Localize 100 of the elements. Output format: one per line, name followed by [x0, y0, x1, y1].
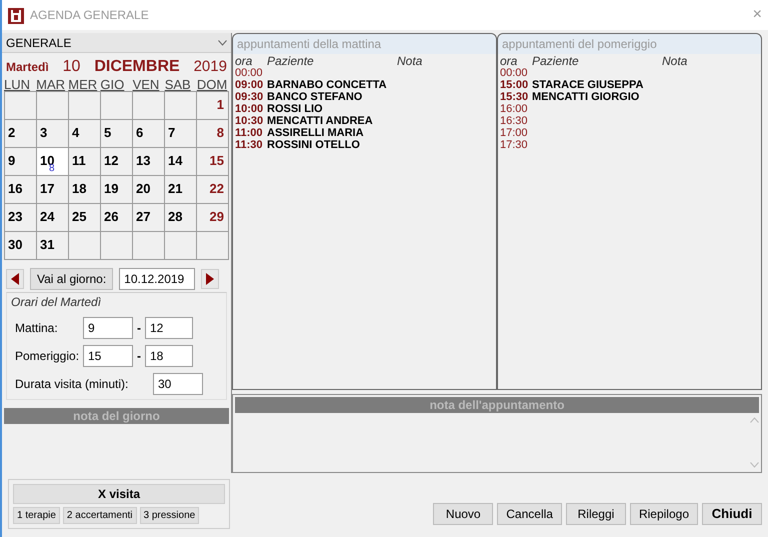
patient-name[interactable]: MENCATTI GIORGIO — [532, 91, 759, 103]
action-button[interactable]: Nuovo — [433, 503, 494, 525]
weekday-header: SAB — [164, 79, 192, 91]
time-slot[interactable]: 00:00 — [500, 67, 532, 79]
month-label: DICEMBRE — [94, 57, 180, 77]
patient-name[interactable]: BANCO STEFANO — [267, 91, 494, 103]
day-cell[interactable]: 24 — [37, 204, 69, 232]
day-cell[interactable]: 17 — [37, 176, 69, 204]
previous-button[interactable] — [6, 269, 24, 289]
day-cell[interactable]: 20 — [133, 176, 165, 204]
patient-name[interactable]: MENCATTI ANDREA — [267, 115, 494, 127]
action-button[interactable]: Chiudi — [702, 503, 762, 525]
time-field[interactable]: 18 — [145, 345, 193, 367]
day-cell[interactable]: 12 — [101, 148, 133, 176]
duration-field[interactable]: 30 — [153, 373, 203, 395]
weekday-header: MAR — [36, 79, 66, 91]
visit-button[interactable]: 2 accertamenti — [62, 507, 137, 524]
triangle-left-icon — [11, 273, 19, 285]
time-field[interactable]: 9 — [83, 317, 133, 339]
time-slot[interactable]: 15:00 — [500, 79, 532, 91]
day-cell[interactable]: 23 — [5, 204, 37, 232]
day-cell[interactable]: 18 — [69, 176, 101, 204]
group-title: Orari del Martedì — [11, 294, 102, 311]
day-cell[interactable]: 8 — [197, 120, 229, 148]
day-cell[interactable]: 4 — [69, 120, 101, 148]
weekday-header: DOM — [196, 79, 228, 91]
panel-title: appuntamenti della mattina — [233, 34, 496, 54]
action-button[interactable]: Rileggi — [566, 503, 626, 525]
time-slot[interactable]: 16:00 — [500, 103, 532, 115]
day-cell[interactable]: 7 — [165, 120, 197, 148]
day-cell[interactable]: 14 — [165, 148, 197, 176]
day-cell[interactable]: 6 — [133, 120, 165, 148]
weekday-label: Martedì — [6, 59, 49, 76]
time-slot[interactable]: 17:30 — [500, 139, 532, 151]
column-header: Nota — [662, 56, 688, 67]
action-button[interactable]: Riepilogo — [630, 503, 698, 525]
patient-name[interactable]: STARACE GIUSEPPA — [532, 79, 759, 91]
day-cell[interactable]: 22 — [197, 176, 229, 204]
day-cell[interactable]: 31 — [37, 232, 69, 260]
weekday-header: VEN — [132, 79, 160, 91]
visit-button[interactable]: 3 pressione — [140, 507, 200, 524]
time-slot[interactable]: 10:00 — [235, 103, 267, 115]
panel-title: appuntamenti del pomeriggio — [498, 34, 761, 54]
time-slot[interactable]: 15:30 — [500, 91, 532, 103]
day-cell[interactable]: 16 — [5, 176, 37, 204]
day-cell[interactable]: 3 — [37, 120, 69, 148]
window-title: AGENDA GENERALE — [30, 7, 149, 24]
day-cell[interactable]: 26 — [101, 204, 133, 232]
day-cell[interactable]: 1 — [197, 92, 229, 120]
agenda-dropdown[interactable]: GENERALE — [2, 33, 231, 53]
year-label: 2019 — [194, 57, 227, 77]
day-cell[interactable]: 15 — [197, 148, 229, 176]
patient-name[interactable]: BARNABO CONCETTA — [267, 79, 494, 91]
weekday-header: GIO — [100, 79, 126, 91]
time-slot[interactable]: 09:30 — [235, 91, 267, 103]
column-header: Paziente — [267, 56, 315, 67]
dash-label: - — [137, 348, 141, 365]
weekday-header: MER — [68, 79, 98, 91]
go-to-day-button[interactable]: Vai al giorno: — [30, 268, 114, 290]
day-cell[interactable]: 9 — [5, 148, 37, 176]
time-slot[interactable]: 10:30 — [235, 115, 267, 127]
day-cell[interactable]: 13 — [133, 148, 165, 176]
day-label: 10 — [62, 57, 80, 77]
weekday-header: LUN — [4, 79, 32, 91]
date-field[interactable]: 10.12.2019 — [119, 268, 196, 290]
field-label: Mattina: — [14, 320, 59, 337]
patient-name[interactable]: ASSIRELLI MARIA — [267, 127, 494, 139]
day-cell[interactable]: 21 — [165, 176, 197, 204]
day-cell[interactable]: 19 — [101, 176, 133, 204]
time-slot[interactable]: 11:00 — [235, 127, 267, 139]
column-header: ora — [500, 56, 518, 67]
day-cell[interactable]: 2 — [5, 120, 37, 148]
dash-label: - — [137, 320, 141, 337]
triangle-right-icon — [206, 273, 214, 285]
column-header: Nota — [397, 56, 424, 67]
day-cell[interactable]: 11 — [69, 148, 101, 176]
patient-name[interactable]: ROSSINI OTELLO — [267, 139, 494, 151]
patient-name[interactable]: ROSSI LIO — [267, 103, 494, 115]
day-cell[interactable]: 27 — [133, 204, 165, 232]
field-label: Pomeriggio: — [14, 348, 79, 365]
time-slot[interactable]: 09:00 — [235, 79, 267, 91]
day-cell[interactable]: 29 — [197, 204, 229, 232]
time-field[interactable]: 12 — [145, 317, 193, 339]
column-header: Paziente — [532, 56, 580, 67]
day-cell[interactable]: 28 — [165, 204, 197, 232]
caret-icon — [218, 40, 227, 46]
action-button[interactable]: Cancella — [497, 503, 562, 525]
day-cell[interactable]: 25 — [69, 204, 101, 232]
visit-button[interactable]: 1 terapie — [13, 507, 60, 524]
next-button[interactable] — [201, 269, 220, 289]
time-slot[interactable]: 16:30 — [500, 115, 532, 127]
day-cell[interactable]: 30 — [5, 232, 37, 260]
time-slot[interactable]: 00:00 — [235, 67, 267, 79]
time-slot[interactable]: 11:30 — [235, 139, 267, 151]
time-slot[interactable]: 17:00 — [500, 127, 532, 139]
day-cell[interactable]: 108 — [37, 148, 69, 176]
visit-header: X visita — [13, 484, 225, 504]
calendar-icon — [8, 6, 24, 24]
day-cell[interactable]: 5 — [101, 120, 133, 148]
time-field[interactable]: 15 — [83, 345, 133, 367]
